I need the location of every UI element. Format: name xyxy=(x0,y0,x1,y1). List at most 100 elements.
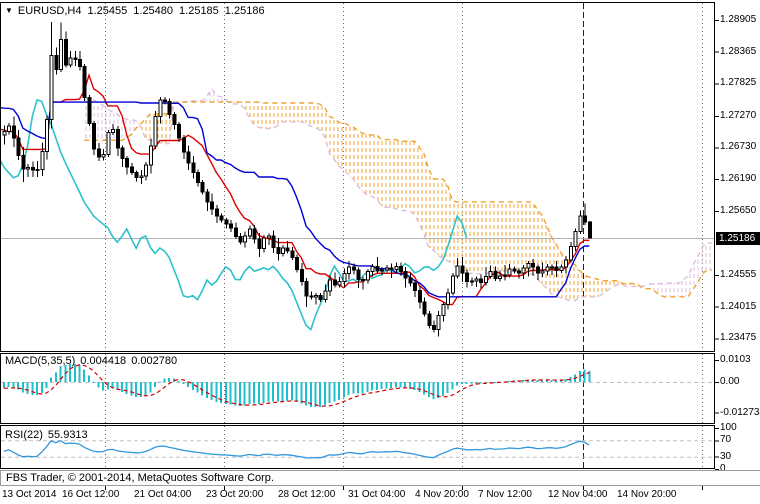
macd-histogram-bar xyxy=(276,382,279,402)
macd-histogram-bar xyxy=(432,382,435,399)
macd-histogram-bar xyxy=(97,382,100,388)
macd-histogram-bar xyxy=(130,382,133,396)
candle xyxy=(361,278,366,281)
macd-histogram-bar xyxy=(333,382,336,402)
candle xyxy=(262,237,267,249)
kumo-cloud-segment xyxy=(414,141,420,225)
macd-histogram-bar xyxy=(456,382,459,386)
macd-histogram-bar xyxy=(158,381,161,383)
macd-histogram-bar xyxy=(352,382,355,394)
candle xyxy=(441,304,446,317)
candle xyxy=(96,148,101,158)
candle xyxy=(252,228,257,240)
candle xyxy=(257,238,262,249)
macd-histogram-bar xyxy=(451,382,454,390)
candle xyxy=(115,128,120,149)
candle xyxy=(186,151,191,164)
macd-histogram-bar xyxy=(187,382,190,387)
candle xyxy=(535,266,540,274)
macd-histogram-bar xyxy=(394,382,397,388)
kumo-cloud-segment xyxy=(523,201,528,274)
kumo-cloud-segment xyxy=(405,141,410,211)
macd-histogram-bar xyxy=(196,382,199,393)
macd-histogram-bar xyxy=(441,382,444,397)
kumo-cloud-segment xyxy=(301,103,307,124)
kumo-cloud-segment xyxy=(400,141,406,211)
candle xyxy=(78,59,83,68)
candle xyxy=(134,172,139,179)
gridlines xyxy=(105,3,703,490)
kumo-cloud-segment xyxy=(518,201,524,274)
candle xyxy=(398,265,403,272)
kumo-cloud-segment xyxy=(296,103,302,122)
macd-histogram-bar xyxy=(210,382,213,401)
candle xyxy=(436,315,441,331)
candle xyxy=(290,250,295,259)
kumo-cloud-segment xyxy=(476,201,481,274)
kumo-cloud-segment xyxy=(584,275,590,297)
candle xyxy=(521,267,526,274)
macd-histogram-bar xyxy=(470,382,473,384)
candle xyxy=(54,54,59,70)
candle xyxy=(280,247,285,254)
candle xyxy=(328,279,333,292)
macd-histogram-bar xyxy=(267,382,270,402)
candle xyxy=(92,122,97,150)
macd-histogram-bar xyxy=(319,382,322,407)
macd-histogram-bar xyxy=(102,382,105,391)
kumo-cloud-segment xyxy=(589,277,594,297)
macd-histogram-bar xyxy=(257,382,260,405)
kumo-cloud-segment xyxy=(660,283,665,297)
candle xyxy=(247,228,252,237)
macd-histogram-bar xyxy=(522,380,525,382)
macd-histogram-bar xyxy=(36,382,39,396)
rsi-line xyxy=(3,439,590,459)
macd-histogram-bar xyxy=(371,382,374,391)
macd-histogram-bar xyxy=(413,382,416,391)
macd-histogram-bar xyxy=(177,380,180,382)
kumo-cloud-segment xyxy=(391,139,396,209)
macd-histogram-bar xyxy=(390,382,393,389)
macd-histogram-bar xyxy=(45,382,48,388)
candle xyxy=(375,265,380,272)
kumo-cloud-segment xyxy=(485,201,491,274)
candle xyxy=(408,277,413,284)
candle xyxy=(304,280,309,297)
macd-histogram-bar xyxy=(479,382,482,384)
candle xyxy=(87,96,92,124)
candle xyxy=(210,201,215,210)
macd-histogram-bar xyxy=(493,382,496,383)
candle xyxy=(446,292,451,306)
candle xyxy=(403,270,408,279)
price-chart[interactable] xyxy=(0,0,760,504)
candle xyxy=(158,99,163,118)
kumo-cloud-segment xyxy=(395,139,401,211)
candle xyxy=(474,278,479,282)
kumo-cloud-segment xyxy=(509,201,514,272)
candle xyxy=(465,272,470,282)
candle xyxy=(550,266,555,269)
candle xyxy=(573,231,578,248)
macd-histogram-bar xyxy=(106,382,109,390)
macd-histogram-bar xyxy=(205,382,208,398)
candle xyxy=(516,270,521,274)
macd-histogram-bar xyxy=(286,382,289,401)
candle xyxy=(7,125,12,133)
macd-histogram-bar xyxy=(21,382,24,393)
macd-histogram-bar xyxy=(460,382,463,384)
macd-histogram-bar xyxy=(314,382,317,407)
macd-histogram-bar xyxy=(399,382,402,388)
kumo-cloud-segment xyxy=(372,134,377,200)
macd-histogram-bar xyxy=(3,382,5,388)
macd-histogram-bar xyxy=(465,382,468,384)
macd-histogram-bar xyxy=(272,382,275,402)
macd-panel xyxy=(1,363,714,407)
kumo-cloud-segment xyxy=(268,103,274,129)
candle xyxy=(26,167,31,170)
candle xyxy=(111,128,116,134)
kumo-cloud-segment xyxy=(386,139,392,208)
macd-histogram-bar xyxy=(385,382,388,389)
kumo-cloud-segment xyxy=(131,119,137,135)
kumo-cloud-segment xyxy=(376,134,382,207)
macd-histogram-bar xyxy=(201,382,204,396)
